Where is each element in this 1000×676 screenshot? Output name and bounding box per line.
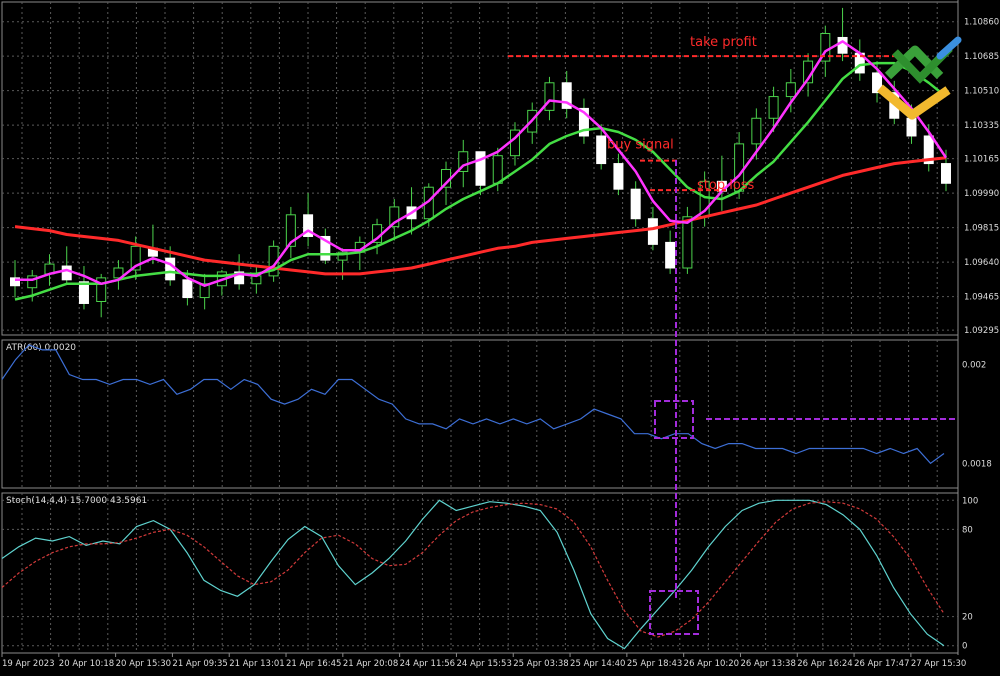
bearish-candle (630, 188, 641, 220)
price-tick-label: 1.09990 (964, 189, 999, 199)
price-tick-label: 1.09815 (964, 224, 999, 234)
stoch-tick-label: 20 (962, 613, 973, 623)
x-tick-label: 24 Apr 11:56 (400, 659, 455, 669)
x-tick-label: 21 Apr 09:35 (172, 659, 227, 669)
bearish-candle (165, 257, 176, 281)
x-tick-label: 25 Apr 03:38 (513, 659, 568, 669)
bullish-candle (544, 82, 555, 111)
x-tick-label: 26 Apr 16:24 (797, 659, 852, 669)
price-tick-label: 1.10860 (964, 18, 999, 28)
x-tick-label: 26 Apr 17:47 (854, 659, 909, 669)
bullish-candle (682, 216, 693, 269)
bearish-candle (182, 279, 193, 299)
bearish-candle (665, 241, 676, 269)
x-tick-label: 21 Apr 20:08 (343, 659, 398, 669)
bearish-candle (78, 281, 89, 304)
stoch-tick-label: 100 (962, 496, 978, 506)
x-tick-label: 25 Apr 14:40 (570, 659, 625, 669)
x-tick-label: 26 Apr 13:38 (740, 659, 795, 669)
bearish-candle (596, 135, 607, 165)
x-tick-label: 25 Apr 18:43 (627, 659, 682, 669)
atr-tick-label: 0.002 (962, 361, 986, 371)
chart-background (0, 0, 1000, 676)
bearish-candle (941, 163, 951, 184)
trading-chart[interactable]: take profit buy signal stop loss ATR(60) 0… (0, 0, 1000, 676)
price-tick-label: 1.10165 (964, 155, 999, 165)
x-tick-label: 27 Apr 15:30 (911, 659, 966, 669)
buy-signal-label: buy signal (607, 138, 674, 153)
bearish-candle (837, 36, 848, 54)
price-tick-label: 1.10510 (964, 87, 999, 97)
bearish-candle (647, 218, 658, 245)
price-tick-label: 1.10335 (964, 121, 999, 131)
x-tick-label: 21 Apr 13:01 (229, 659, 284, 669)
bullish-candle (768, 96, 779, 119)
bullish-candle (492, 155, 503, 184)
atr-tick-label: 0.0018 (962, 459, 992, 469)
price-tick-label: 1.09295 (964, 326, 999, 336)
x-tick-label: 21 Apr 16:45 (286, 659, 341, 669)
price-tick-label: 1.09640 (964, 258, 999, 268)
x-tick-label: 26 Apr 10:20 (684, 659, 739, 669)
x-tick-label: 20 Apr 10:18 (59, 659, 114, 669)
stop-loss-label: stop loss (697, 178, 755, 193)
bearish-candle (61, 265, 72, 281)
x-tick-label: 24 Apr 15:53 (456, 659, 511, 669)
stoch-title: Stoch(14,4,4) 15.7000 43.5961 (6, 496, 147, 506)
bearish-candle (906, 117, 917, 137)
stoch-tick-label: 0 (962, 642, 967, 652)
price-tick-label: 1.10685 (964, 52, 999, 62)
atr-title: ATR(60) 0.0020 (6, 343, 76, 353)
x-tick-label: 20 Apr 15:30 (116, 659, 171, 669)
bearish-candle (613, 163, 624, 190)
take-profit-label: take profit (690, 35, 757, 50)
bearish-candle (475, 151, 486, 186)
price-tick-label: 1.09465 (964, 293, 999, 303)
stoch-tick-label: 80 (962, 525, 973, 535)
x-tick-label: 19 Apr 2023 (2, 659, 55, 669)
bullish-candle (751, 117, 762, 145)
bullish-candle (785, 82, 796, 98)
